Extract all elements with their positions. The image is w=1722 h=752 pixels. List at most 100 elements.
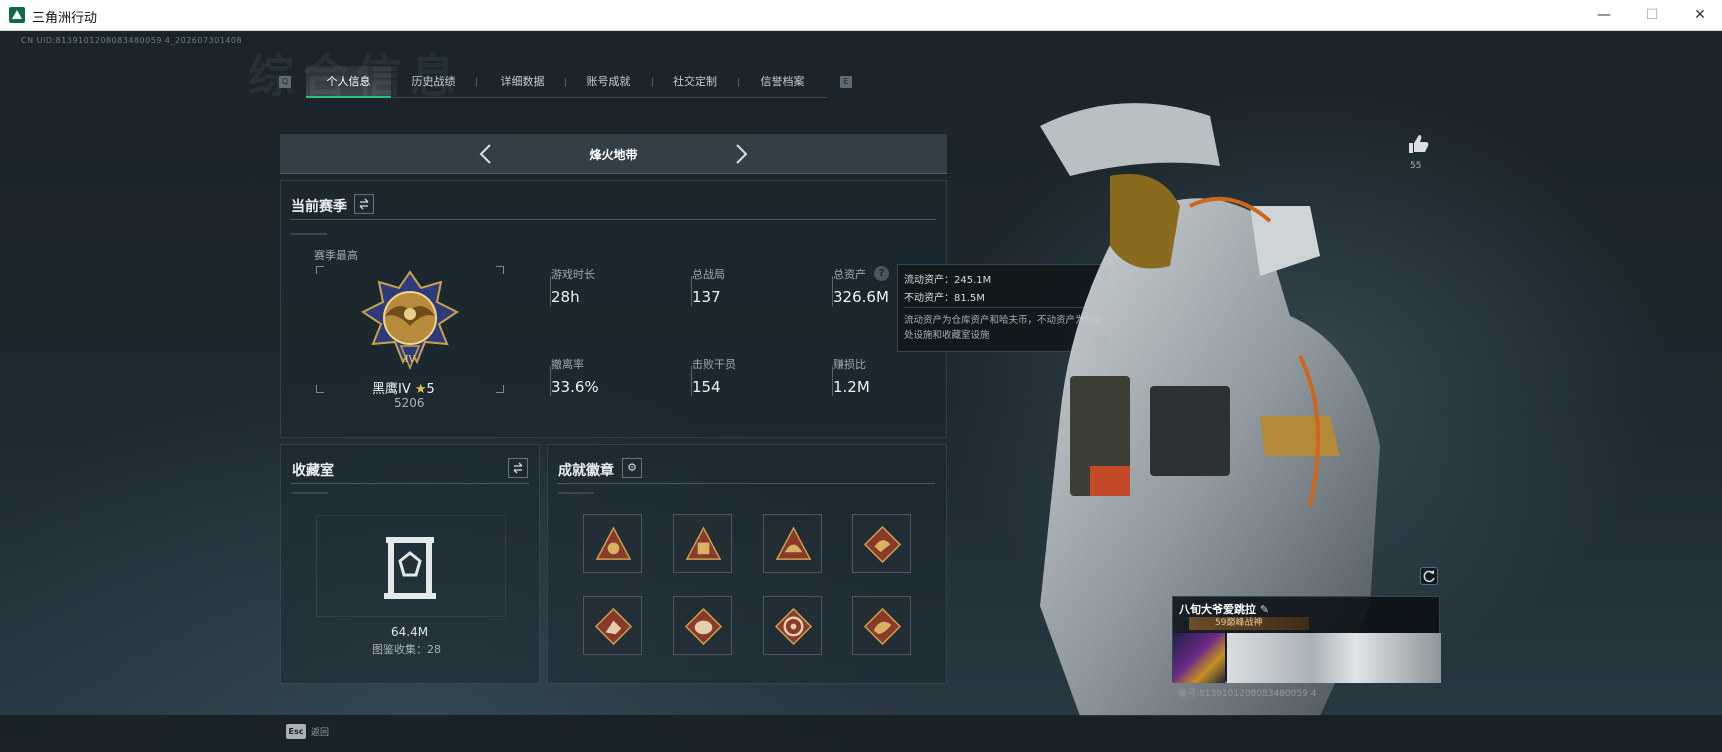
frame-corner [496,266,504,274]
minimize-button[interactable]: — [1584,3,1624,27]
helmet-badge-icon [775,526,812,560]
tab-left-key-hint[interactable]: Q [279,76,291,88]
display-case-icon[interactable] [382,533,438,601]
tab-label: 账号成就 [586,75,631,88]
svg-text:IV: IV [405,355,416,365]
tab-bar: 个人信息 历史战绩 详细数据 账号成就 社交定制 信誉档案 [306,66,827,98]
tab-label: 信誉档案 [760,75,805,88]
tab-right-key-hint[interactable]: E [840,76,852,88]
help-icon[interactable]: ? [874,266,889,281]
dragon-gold-badge-icon [863,607,902,646]
refresh-button[interactable] [1420,567,1438,585]
edit-icon[interactable]: ✎ [1260,603,1269,616]
section-minor-line [558,492,594,494]
maximize-button[interactable]: ☐ [1632,3,1672,27]
badge-slot[interactable] [673,514,732,573]
stat-label-total-matches: 总战局 [692,268,725,281]
badge-slot[interactable] [852,514,911,573]
beast-badge-icon [684,607,723,646]
bag-badge-icon [685,526,722,560]
collection-value: 64.4M [391,625,429,639]
badge-slot[interactable] [763,596,822,655]
badges-title: 成就徽章 [558,463,614,479]
stat-value-playtime: 28h [551,288,580,306]
mode-title: 烽火地带 [589,148,638,162]
stat-label-kills: 击败干员 [692,358,736,371]
tab-personal-info[interactable]: 个人信息 [306,66,391,98]
season-best-label: 赛季最高 [314,249,358,262]
tab-label: 详细数据 [500,75,545,88]
stat-label-extraction-rate: 撤离率 [551,358,584,371]
tab-label: 个人信息 [326,75,371,88]
thumbs-up-icon[interactable] [1407,134,1429,154]
player-title-badge: 59巅峰战神 [1189,617,1309,630]
collection-title: 收藏室 [292,463,334,479]
section-minor-line [291,233,327,235]
rank-stars: 5 [426,382,435,397]
tab-social[interactable]: 社交定制 [652,66,738,98]
rank-name: 黑鹰IV [372,382,411,397]
bottom-bar [0,715,1722,752]
refresh-icon [1423,570,1435,583]
badges-settings-button[interactable]: ⚙ [622,458,642,478]
badge-slot[interactable] [763,514,822,573]
runner-badge-icon [594,607,633,646]
player-name: 八旬大爷爱跳拉 ✎ [1179,601,1269,617]
stat-value-kills: 154 [692,378,721,396]
tab-achievements[interactable]: 账号成就 [565,66,652,98]
close-button[interactable]: ✕ [1680,3,1720,27]
section-divider [557,483,935,484]
delta-logo-icon [9,7,25,23]
back-label[interactable]: 返回 [311,725,329,738]
trophy-badge-icon [595,526,632,560]
season-title: 当前赛季 [291,199,347,215]
frame-corner [496,385,504,393]
tab-detailed-data[interactable]: 详细数据 [480,66,565,98]
dragon-badge-icon [863,525,902,564]
gear-icon: ⚙ [627,461,637,474]
tooltip-liquid-assets: 流动资产：245.1M [904,275,992,286]
swap-icon [513,462,523,474]
uid-header: CN UID:8139101208083480059 4_20260730140… [21,36,243,45]
rank-row: 黑鹰IV ★5 [372,378,435,397]
player-avatar [1173,633,1225,683]
badge-slot[interactable] [673,596,732,655]
section-minor-line [292,492,328,494]
tab-reputation[interactable]: 信誉档案 [738,66,827,98]
chevron-right-icon[interactable] [733,143,749,165]
stat-value-total-assets: 326.6M [833,288,889,306]
rank-score: 5206 [394,396,425,410]
section-divider [290,219,936,220]
tab-divider [476,78,477,87]
stat-label-total-assets: 总资产 [833,268,866,281]
window-title: 三角洲行动 [32,11,98,26]
badge-slot[interactable] [583,514,642,573]
stat-label-profit-ratio: 赚损比 [833,358,866,371]
tab-label: 历史战绩 [411,75,456,88]
frame-corner [316,266,324,274]
stat-label-playtime: 游戏时长 [551,268,595,281]
esc-key-hint[interactable]: Esc [286,724,306,739]
player-namecard[interactable]: 八旬大爷爱跳拉 ✎ 59巅峰战神 [1172,596,1441,683]
section-divider [291,483,529,484]
rank-star-icon: ★ [414,382,427,397]
frame-corner [316,385,324,393]
badge-slot[interactable] [583,596,642,655]
collection-count-row: 图鉴收集：28 [372,641,441,657]
tab-history[interactable]: 历史战绩 [391,66,476,98]
badge-slot[interactable] [852,596,911,655]
stat-value-profit-ratio: 1.2M [833,378,870,396]
swap-icon [359,198,369,210]
mode-selector: 烽火地带 [280,134,947,174]
wheel-badge-icon [774,607,813,646]
window-titlebar: 三角洲行动 — ☐ ✕ [0,0,1722,31]
season-swap-button[interactable] [354,194,374,214]
tab-label: 社交定制 [673,75,717,88]
player-name-text: 八旬大爷爱跳拉 [1179,603,1256,616]
player-uid: 编号:8139101208083480059 4 [1178,689,1317,699]
stat-value-extraction-rate: 33.6% [551,378,599,396]
collection-swap-button[interactable] [508,458,528,478]
rank-emblem-icon: IV [361,270,459,370]
collection-count-value: 28 [427,643,441,656]
like-count: 55 [1410,161,1422,171]
